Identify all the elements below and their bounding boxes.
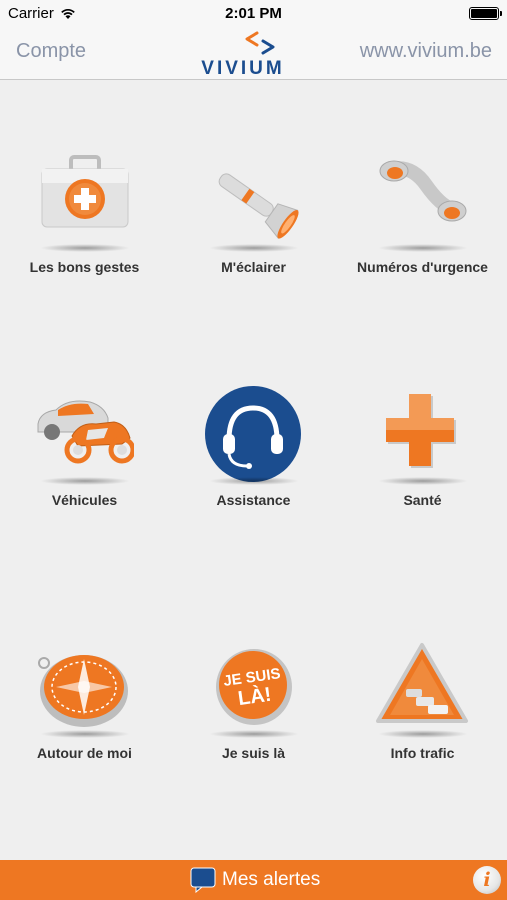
website-link[interactable]: www.vivium.be	[360, 40, 492, 63]
tile-autour-de-moi[interactable]: Autour de moi	[0, 637, 169, 777]
logo-chevrons-icon	[245, 31, 275, 55]
tile-label: Santé	[403, 492, 442, 508]
info-button[interactable]: i	[473, 866, 501, 894]
status-time: 2:01 PM	[225, 5, 282, 22]
flashlight-icon	[203, 151, 303, 251]
nav-bar: Compte VIVIUM www.vivium.be	[0, 28, 507, 80]
alerts-button[interactable]: Mes alertes	[190, 866, 320, 894]
tile-sante[interactable]: Santé	[338, 384, 507, 524]
tile-les-bons-gestes[interactable]: Les bons gestes	[0, 151, 169, 291]
health-cross-icon	[372, 384, 472, 484]
logo-wordmark: VIVIUM	[201, 58, 285, 79]
compass-icon	[34, 637, 134, 737]
tile-vehicules[interactable]: Véhicules	[0, 384, 169, 524]
tile-label: Les bons gestes	[29, 259, 140, 275]
tile-label: Je suis là	[221, 745, 286, 761]
headset-icon	[203, 384, 303, 484]
first-aid-kit-icon	[34, 151, 134, 251]
tile-label: Véhicules	[51, 492, 118, 508]
tile-label: M'éclairer	[221, 259, 286, 275]
footer-bar: Mes alertes i	[0, 860, 507, 900]
menu-grid: Les bons gestes M'éclairer Numéros d'urg…	[0, 81, 507, 860]
tile-numeros-urgence[interactable]: Numéros d'urgence	[338, 151, 507, 291]
account-link[interactable]: Compte	[16, 40, 86, 63]
alerts-label: Mes alertes	[222, 869, 321, 890]
vivium-logo: VIVIUM	[193, 31, 293, 79]
tile-label: Info trafic	[390, 745, 455, 761]
speech-bubble-icon	[190, 867, 216, 893]
battery-icon	[469, 7, 502, 20]
tile-assistance[interactable]: Assistance	[169, 384, 338, 524]
phone-handset-icon	[372, 151, 472, 251]
svg-text:LÀ!: LÀ!	[236, 683, 272, 710]
tile-label: Autour de moi	[37, 745, 132, 761]
tile-label: Numéros d'urgence	[357, 259, 488, 275]
tile-m-eclairer[interactable]: M'éclairer	[169, 151, 338, 291]
tile-label: Assistance	[216, 492, 291, 508]
traffic-warning-icon	[372, 637, 472, 737]
car-motorbike-icon	[34, 384, 136, 484]
je-suis-la-badge-icon: JE SUIS LÀ!	[203, 637, 303, 737]
tile-info-trafic[interactable]: Info trafic	[338, 637, 507, 777]
status-bar: Carrier 2:01 PM	[0, 0, 507, 28]
tile-je-suis-la[interactable]: JE SUIS LÀ! Je suis là	[169, 637, 338, 777]
